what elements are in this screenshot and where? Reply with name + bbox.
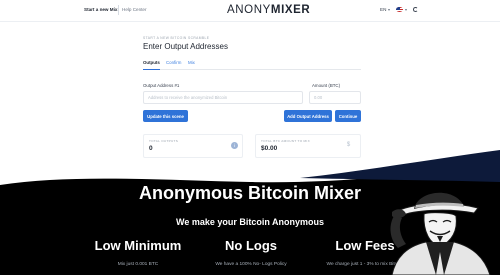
continue-button[interactable]: Continue (335, 110, 361, 122)
top-navbar: Start a new Mix! Help Center ANONYMIXER … (0, 0, 500, 22)
feature-title: Low Minimum (94, 238, 182, 253)
form-kicker: Start a new Bitcoin Scramble (143, 36, 210, 40)
total-outputs-card: Total outputs 0 i (143, 134, 243, 158)
feature-title: No Logs (225, 238, 277, 253)
total-amount-card: Total BTC amount to mix $0.00 $ (255, 134, 361, 158)
form-title: Enter Output Addresses (143, 42, 228, 51)
chevron-down-icon: ▾ (405, 7, 408, 12)
stat-label: Total outputs (149, 139, 179, 143)
amount-label: Amount (BTC) (312, 83, 341, 88)
site-logo[interactable]: ANONYMIXER (227, 4, 310, 16)
chevron-down-icon: ▾ (388, 7, 391, 12)
anonymous-hacker-illustration (390, 192, 491, 275)
logo-light-text: ANONY (227, 4, 271, 16)
stat-value: 0 (149, 145, 153, 152)
nav-help-center[interactable]: Help Center (122, 7, 147, 12)
theme-toggle-icon[interactable] (413, 7, 418, 12)
output-address-label: Output Address #1 (143, 83, 180, 88)
language-selector[interactable]: EN (380, 7, 386, 12)
amount-input[interactable] (309, 91, 361, 104)
feature-description: Mix just 0.001 BTC (117, 262, 159, 267)
output-address-input[interactable] (143, 91, 303, 104)
feature-no-logs: No Logs We have a 100% No- Logs Policy (191, 238, 311, 267)
stat-label: Total BTC amount to mix (261, 139, 310, 143)
logo-bold-text: MIXER (270, 4, 311, 16)
dollar-icon: $ (346, 142, 351, 148)
update-scene-button[interactable]: Update this scene (143, 110, 188, 122)
nav-divider (118, 5, 119, 15)
tab-mix[interactable]: Mix (188, 60, 195, 65)
feature-description: We have a 100% No- Logs Policy (215, 262, 287, 267)
us-flag-icon[interactable] (396, 7, 403, 12)
tab-outputs[interactable]: Outputs (143, 60, 160, 70)
feature-low-minimum: Low Minimum Mix just 0.001 BTC (78, 238, 198, 267)
info-icon: i (231, 142, 238, 149)
stat-value: $0.00 (261, 145, 278, 152)
form-tabs: Outputs Confirm Mix (143, 59, 361, 70)
tab-confirm[interactable]: Confirm (166, 60, 181, 65)
nav-start-new-mix[interactable]: Start a new Mix! (84, 7, 119, 12)
add-output-address-button[interactable]: Add Output Address (284, 110, 332, 122)
hero-section: Anonymous Bitcoin Mixer We make your Bit… (0, 140, 500, 275)
